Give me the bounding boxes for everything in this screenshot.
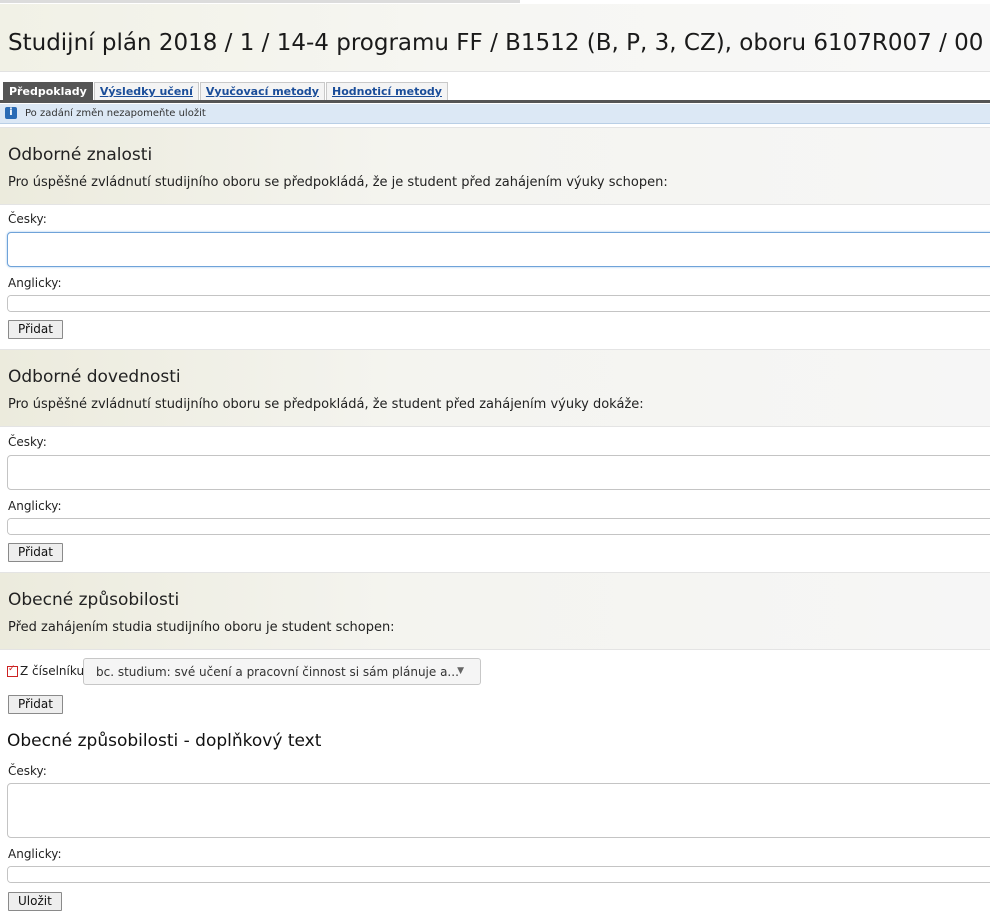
czech-textarea-doplnek[interactable]	[7, 783, 990, 838]
checkbox-icon[interactable]	[7, 664, 18, 677]
czech-label: Česky:	[8, 212, 47, 226]
add-button-zpusobilosti[interactable]: Přidat	[8, 695, 63, 714]
competence-select[interactable]: bc. studium: své učení a pracovní činnos…	[83, 658, 481, 685]
english-textarea-dovednosti[interactable]	[7, 518, 990, 535]
section-description: Před zahájením studia studijního oboru j…	[8, 620, 395, 635]
tab-underline	[0, 100, 990, 103]
english-textarea-znalosti[interactable]	[7, 295, 990, 312]
info-text: Po zadání změn nezapomeňte uložit	[25, 108, 206, 119]
tab-vysledky-uceni[interactable]: Výsledky učení	[93, 82, 199, 100]
section-description: Pro úspěšné zvládnutí studijního oboru s…	[8, 175, 668, 190]
english-label: Anglicky:	[8, 847, 62, 861]
english-label: Anglicky:	[8, 499, 62, 513]
tab-vyucovaci-metody[interactable]: Vyučovací metody	[199, 82, 325, 100]
info-icon: i	[5, 107, 17, 119]
page-header: Studijní plán 2018 / 1 / 14-4 programu F…	[0, 4, 990, 72]
czech-label: Česky:	[8, 435, 47, 449]
section-header-odborne-dovednosti: Odborné dovednosti Pro úspěšné zvládnutí…	[0, 349, 990, 427]
supplement-title: Obecné způsobilosti - doplňkový text	[7, 731, 322, 751]
info-bar: i Po zadání změn nezapomeňte uložit	[0, 104, 990, 124]
section-title: Odborné dovednosti	[8, 367, 181, 387]
tab-bar: Předpoklady Výsledky učení Vyučovací met…	[3, 82, 449, 100]
section-title: Odborné znalosti	[8, 145, 153, 165]
tab-hodnotici-metody[interactable]: Hodnoticí metody	[325, 82, 448, 100]
add-button-znalosti[interactable]: Přidat	[8, 320, 63, 339]
section-title: Obecné způsobilosti	[8, 590, 180, 610]
save-button[interactable]: Uložit	[8, 892, 62, 911]
section-description: Pro úspěšné zvládnutí studijního oboru s…	[8, 397, 644, 412]
czech-label: Česky:	[8, 764, 47, 778]
top-strip	[0, 0, 520, 3]
chevron-down-icon: ▼	[457, 666, 464, 676]
tab-predpoklady[interactable]: Předpoklady	[3, 82, 93, 100]
czech-textarea-znalosti[interactable]	[7, 232, 990, 267]
czech-textarea-dovednosti[interactable]	[7, 455, 990, 490]
add-button-dovednosti[interactable]: Přidat	[8, 543, 63, 562]
english-textarea-doplnek[interactable]	[7, 866, 990, 883]
checkbox-label: Z číselníku	[20, 664, 85, 678]
section-header-obecne-zpusobilosti: Obecné způsobilosti Před zahájením studi…	[0, 572, 990, 650]
page-title: Studijní plán 2018 / 1 / 14-4 programu F…	[8, 30, 984, 56]
section-header-odborne-znalosti: Odborné znalosti Pro úspěšné zvládnutí s…	[0, 127, 990, 205]
english-label: Anglicky:	[8, 276, 62, 290]
select-value: bc. studium: své učení a pracovní činnos…	[96, 665, 459, 679]
from-codebook-checkbox[interactable]: Z číselníku	[7, 664, 84, 678]
